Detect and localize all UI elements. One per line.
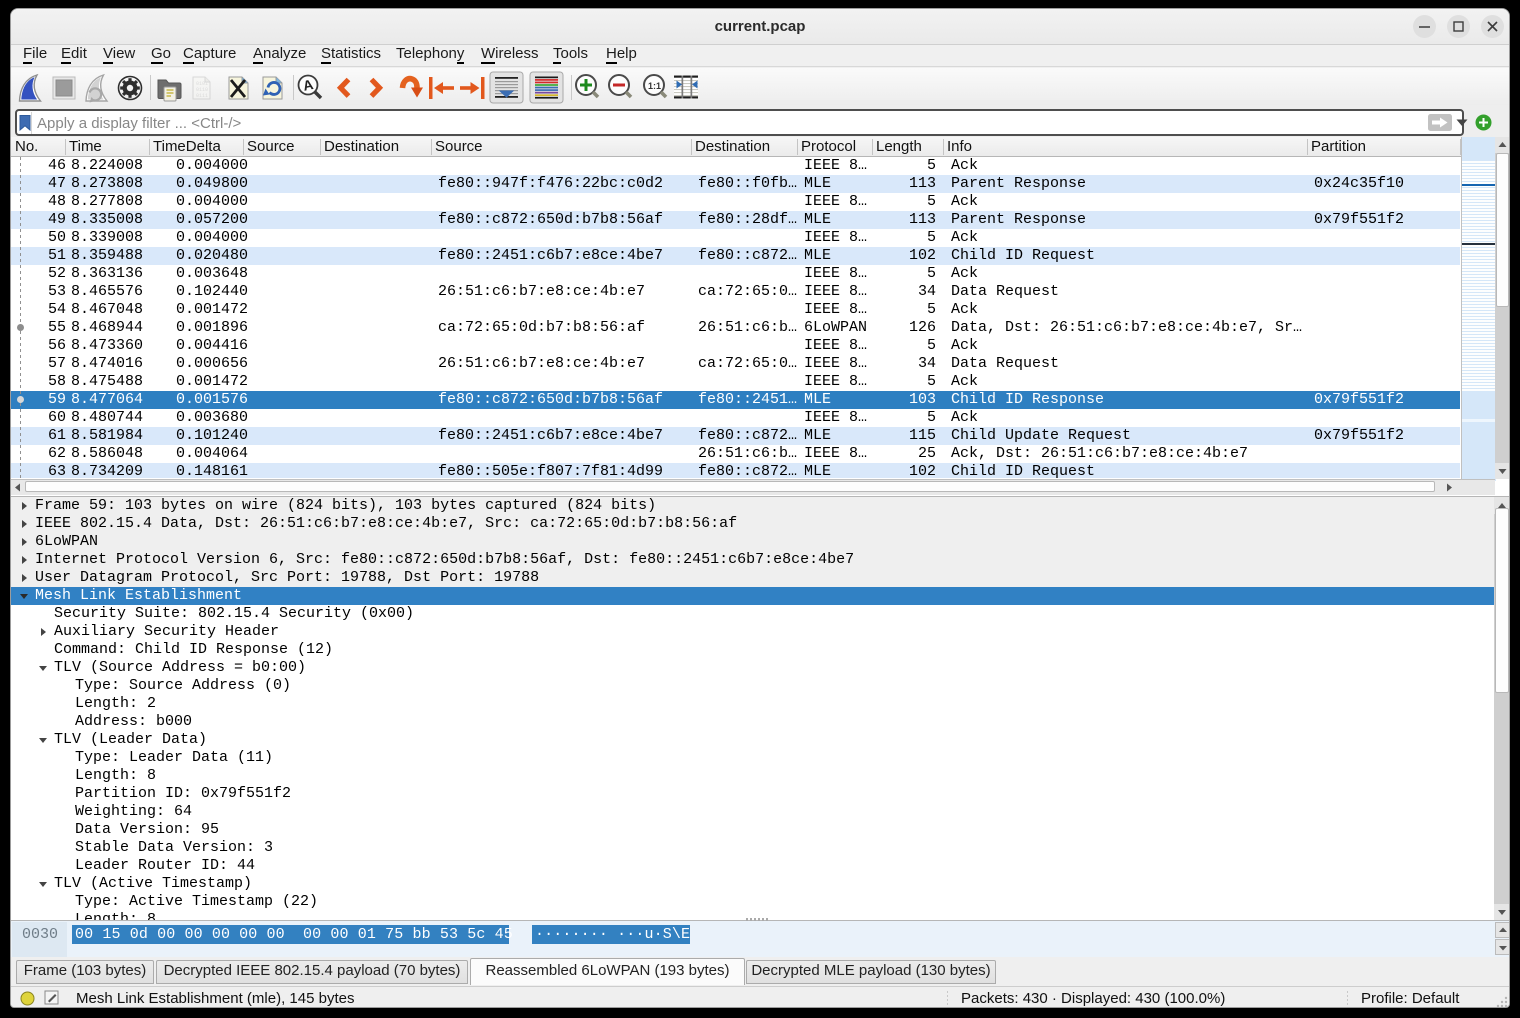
- svg-text:0111: 0111: [196, 93, 208, 99]
- svg-text:1:1: 1:1: [648, 81, 661, 91]
